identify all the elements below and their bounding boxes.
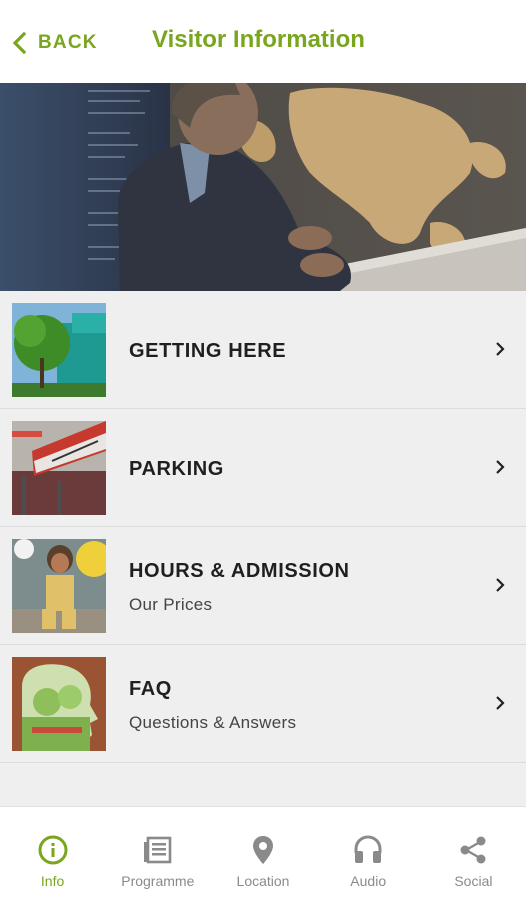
menu-item-subtitle: Our Prices: [129, 595, 213, 614]
menu-item-title: FAQ: [129, 678, 172, 700]
tab-programme[interactable]: Programme: [105, 807, 210, 900]
tab-label: Info: [40, 873, 65, 889]
tab-label: Programme: [121, 873, 195, 889]
newspaper-icon: [143, 836, 172, 864]
info-icon: [38, 835, 68, 865]
menu-item-subtitle: Questions & Answers: [129, 713, 297, 732]
chevron-right-icon: [496, 342, 505, 356]
chevron-right-icon: [496, 460, 505, 474]
museum-building-photo: [12, 303, 106, 397]
menu-list: GETTING HERE PARKING HOURS & ADMISSION O…: [0, 291, 526, 807]
chevron-right-icon: [496, 696, 505, 710]
menu-item-title: PARKING: [129, 458, 224, 480]
chevron-right-icon: [496, 578, 505, 592]
page-title: Visitor Information: [152, 26, 365, 53]
tab-label: Location: [236, 873, 290, 889]
share-icon: [460, 836, 486, 864]
tab-label: Social: [454, 873, 493, 889]
neanderthal-sign-photo: [12, 421, 106, 515]
menu-item-getting-here[interactable]: GETTING HERE: [0, 291, 526, 409]
menu-item-faq[interactable]: FAQ Questions & Answers: [0, 645, 526, 763]
menu-item-hours-admission[interactable]: HOURS & ADMISSION Our Prices: [0, 527, 526, 645]
menu-item-title: GETTING HERE: [129, 340, 287, 362]
tab-label: Audio: [350, 873, 387, 889]
tab-info[interactable]: Info: [0, 807, 105, 900]
chevron-left-icon: [12, 32, 27, 54]
hero-image: [0, 83, 526, 291]
menu-item-title: HOURS & ADMISSION: [129, 560, 350, 582]
app-header: BACK Visitor Information: [0, 0, 526, 83]
tab-audio[interactable]: Audio: [316, 807, 421, 900]
headphones-icon: [354, 835, 382, 863]
back-button[interactable]: BACK: [10, 28, 98, 58]
tab-social[interactable]: Social: [421, 807, 526, 900]
location-pin-icon: [253, 836, 273, 864]
head-silhouette-photo: [12, 657, 106, 751]
back-label: BACK: [38, 32, 98, 53]
tab-location[interactable]: Location: [210, 807, 315, 900]
bottom-tab-bar: Info Programme Location Audio Social: [0, 806, 526, 900]
menu-item-parking[interactable]: PARKING: [0, 409, 526, 527]
child-figure-photo: [12, 539, 106, 633]
